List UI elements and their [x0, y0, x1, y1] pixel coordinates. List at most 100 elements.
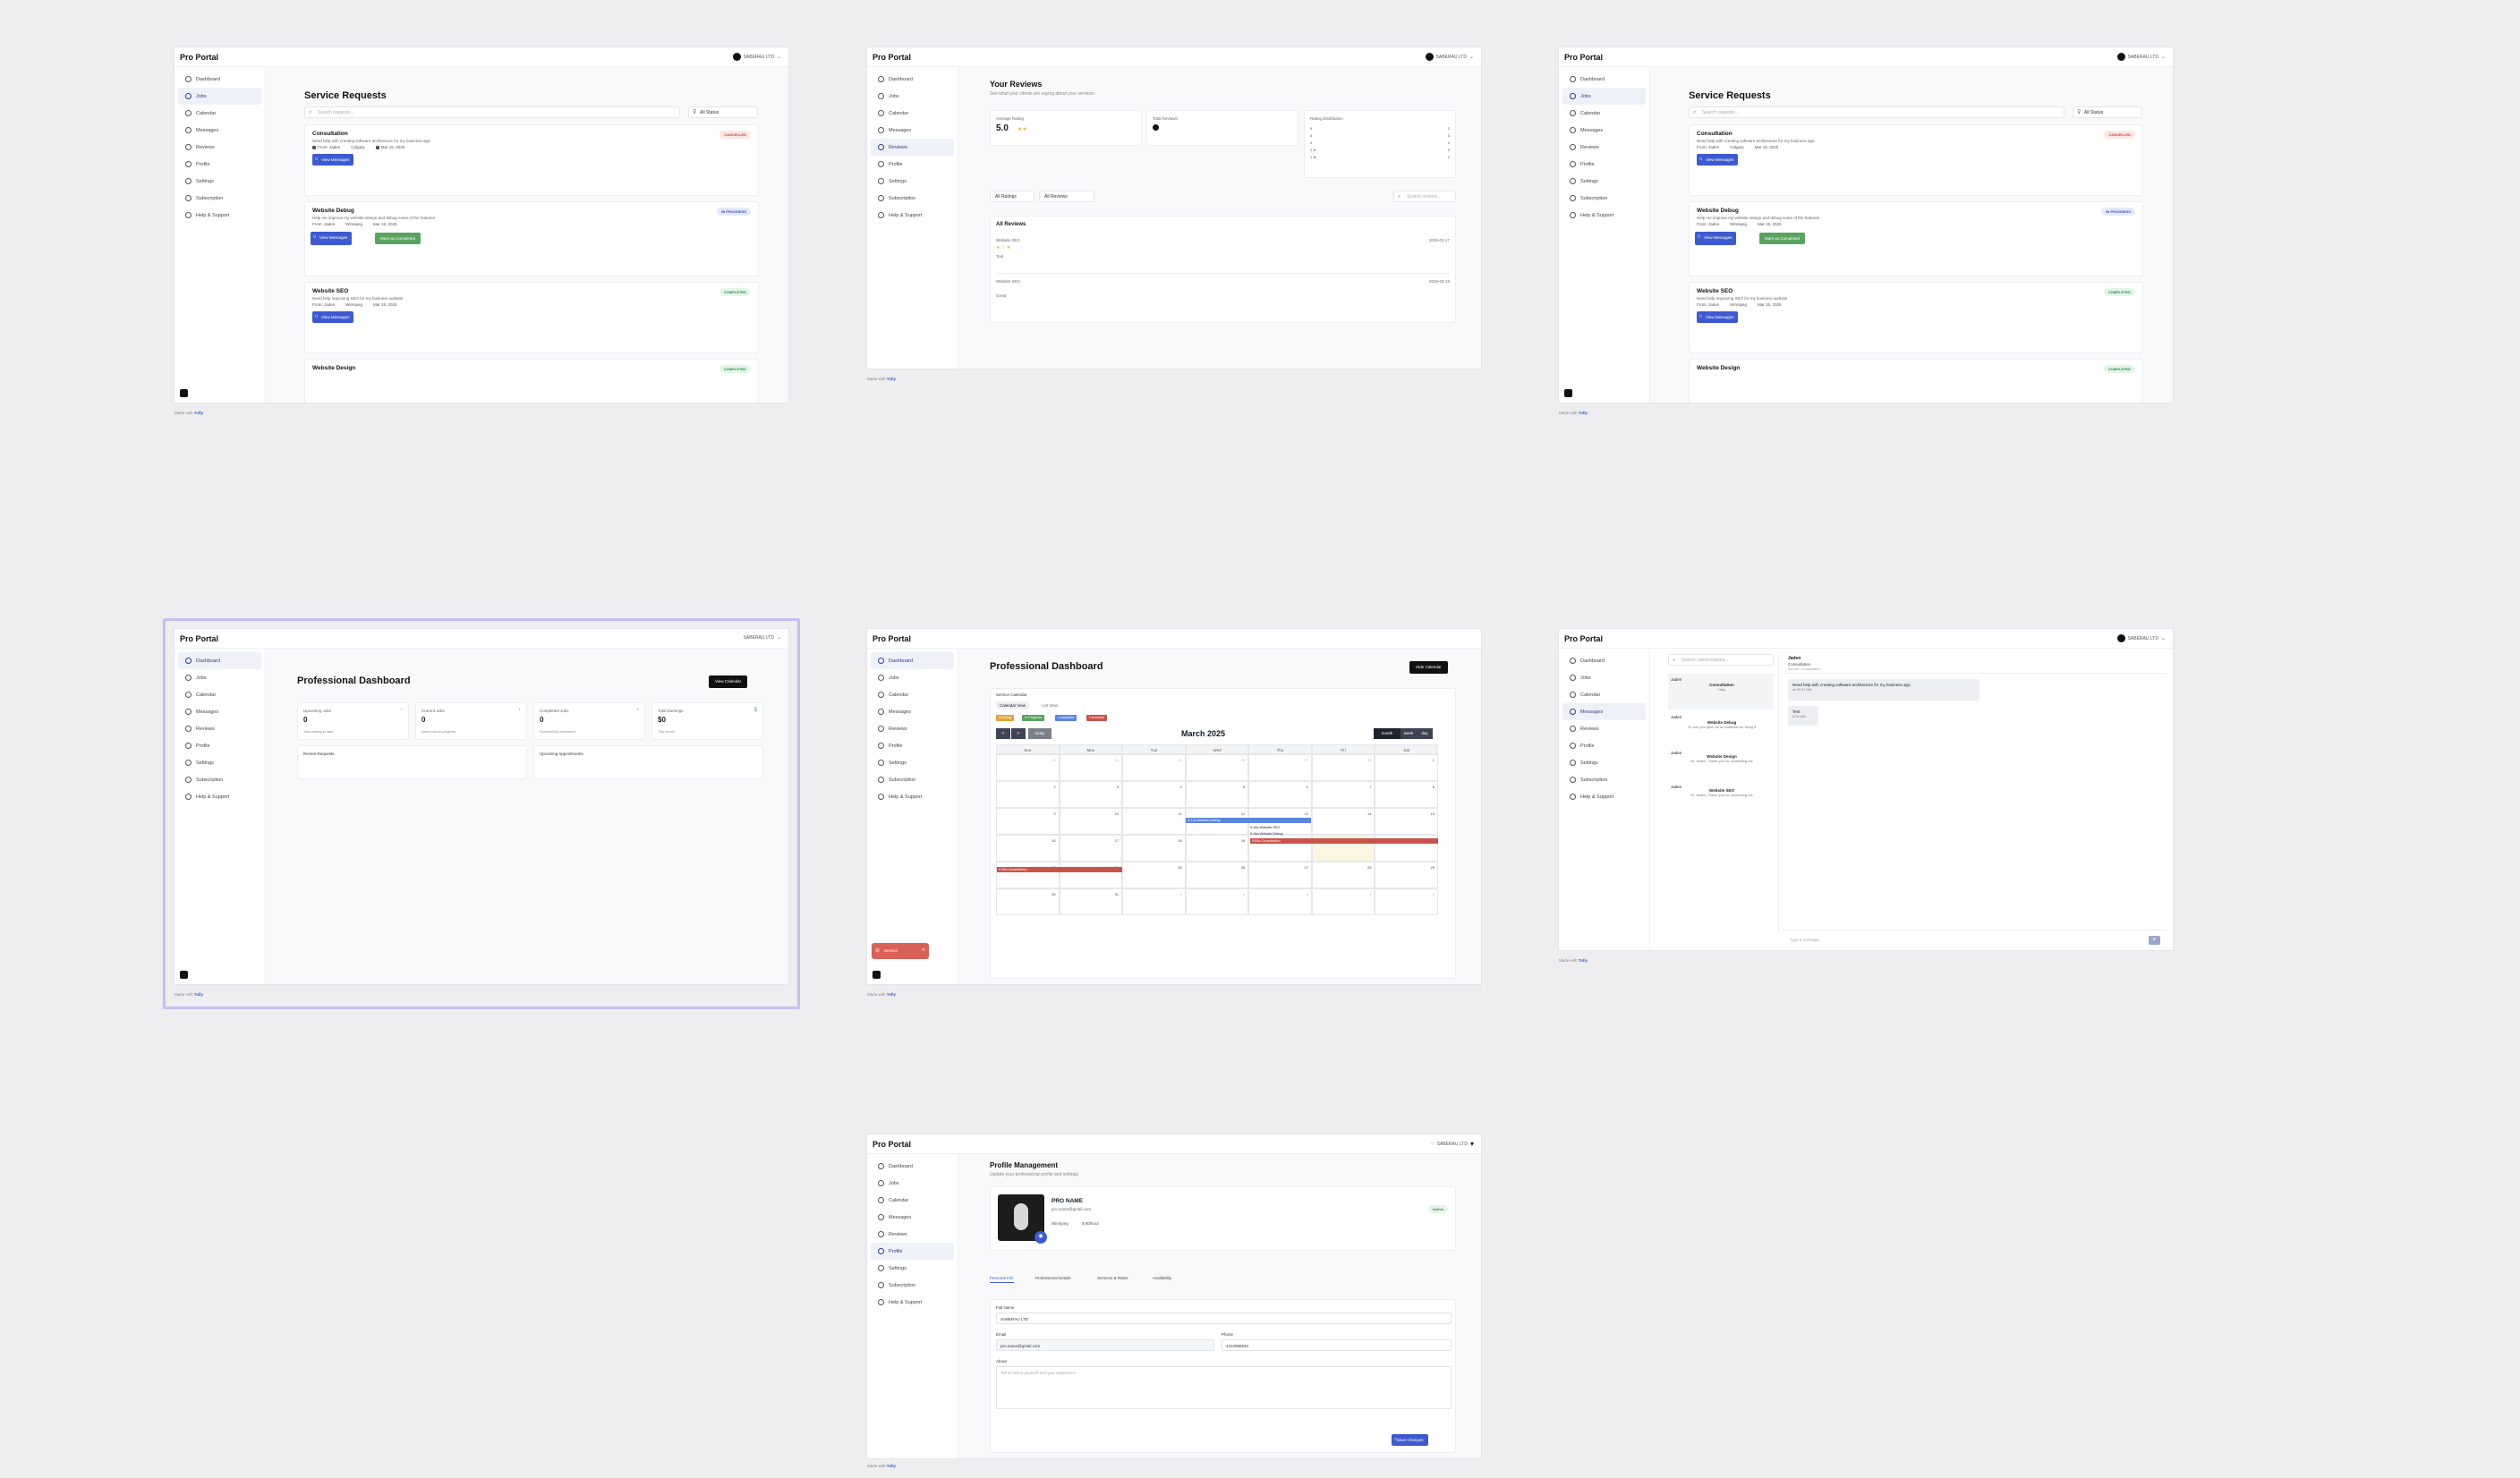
search-conversations-input[interactable]: ⌕ Search conversations...: [1668, 654, 1774, 666]
user-menu[interactable]: SABERAU LTD ⌄: [2116, 634, 2166, 642]
calendar-day-cell[interactable]: 26: [1185, 862, 1249, 888]
view-messages-button[interactable]: View Messages: [1695, 232, 1737, 245]
conversation-item[interactable]: Jaden Website SEO Hi, Jaden. Thank you fo…: [1668, 781, 1774, 811]
sidebar-item-messages[interactable]: Messages: [178, 703, 261, 720]
sidebar-item-settings[interactable]: Settings: [871, 1260, 954, 1277]
calendar-event[interactable]: 9:16a Website SEO: [1250, 826, 1280, 829]
sidebar-item-calendar[interactable]: Calendar: [871, 1192, 954, 1209]
status-filter[interactable]: ⊽ All Status: [2073, 106, 2142, 118]
today-button[interactable]: today: [1028, 728, 1051, 739]
sidebar-item-help[interactable]: Help & Support: [871, 207, 954, 224]
calendar-day-cell[interactable]: 27: [1248, 754, 1312, 781]
calendar-day-cell[interactable]: 7: [1311, 781, 1375, 808]
sidebar-item-settings[interactable]: Settings: [1562, 754, 1646, 771]
sidebar-item-reviews[interactable]: Reviews: [1562, 720, 1646, 737]
sidebar-item-calendar[interactable]: Calendar: [1562, 686, 1646, 703]
sidebar-item-subscription[interactable]: Subscription: [178, 190, 261, 207]
calendar-day-cell[interactable]: 25: [1122, 754, 1186, 781]
calendar-day-cell[interactable]: 25: [1122, 862, 1186, 888]
sidebar-item-profile[interactable]: Profile: [1562, 737, 1646, 754]
calendar-day-cell[interactable]: 17: [1059, 835, 1123, 862]
mark-completed-button[interactable]: Mark as Completed: [1759, 233, 1806, 244]
sidebar-item-jobs[interactable]: Jobs: [178, 669, 261, 686]
calendar-day-cell[interactable]: 15: [1375, 808, 1438, 835]
calendar-day-cell[interactable]: 3: [1248, 888, 1312, 915]
sidebar-item-messages[interactable]: Messages: [871, 1209, 954, 1226]
sidebar-item-reviews[interactable]: Reviews: [1562, 139, 1646, 156]
user-menu[interactable]: SABERAU LTD ⌄: [1425, 53, 1474, 61]
save-changes-button[interactable]: Save Changes: [1392, 1434, 1428, 1446]
sidebar-item-dashboard[interactable]: Dashboard: [178, 652, 261, 669]
view-calendar-button[interactable]: View Calendar: [709, 675, 748, 688]
calendar-day-cell[interactable]: 11: [1122, 808, 1186, 835]
calendar-day-cell[interactable]: 5: [1375, 888, 1438, 915]
reviews-filter[interactable]: All Reviews: [1039, 191, 1094, 202]
view-messages-button[interactable]: View Messages: [311, 232, 353, 245]
calendar-day-cell[interactable]: 19: [1185, 835, 1249, 862]
made-with-label[interactable]: Made with Tolly: [1559, 411, 1588, 415]
sidebar-item-calendar[interactable]: Calendar: [871, 105, 954, 122]
sidebar-item-dashboard[interactable]: Dashboard: [871, 71, 954, 88]
calendar-event[interactable]: 9:15a Consultation: [997, 867, 1122, 872]
calendar-day-cell[interactable]: 10: [1059, 808, 1123, 835]
made-with-label[interactable]: Made with Tolly: [867, 377, 896, 381]
sidebar-item-dashboard[interactable]: Dashboard: [871, 652, 954, 669]
calendar-day-cell[interactable]: 30: [996, 888, 1060, 915]
calendar-day-cell[interactable]: 9: [996, 808, 1060, 835]
sidebar-item-jobs[interactable]: Jobs: [1562, 669, 1646, 686]
sidebar-item-settings[interactable]: Settings: [178, 754, 261, 771]
tab-services-rates[interactable]: Services & Rates: [1097, 1276, 1128, 1280]
week-view-button[interactable]: week: [1400, 728, 1417, 739]
made-with-label[interactable]: Made with Tolly: [867, 1464, 896, 1468]
camera-icon[interactable]: ◉: [1034, 1231, 1047, 1244]
sidebar-item-reviews[interactable]: Reviews: [871, 139, 954, 156]
sidebar-item-subscription[interactable]: Subscription: [871, 771, 954, 788]
sidebar-item-settings[interactable]: Settings: [178, 173, 261, 190]
calendar-day-cell[interactable]: 1: [1375, 754, 1438, 781]
sidebar-item-jobs[interactable]: Jobs: [178, 88, 261, 105]
sidebar-item-settings[interactable]: Settings: [871, 754, 954, 771]
conversation-item[interactable]: Jaden Consultation Hey!: [1668, 674, 1774, 709]
sidebar-item-reviews[interactable]: Reviews: [178, 139, 261, 156]
day-view-button[interactable]: day: [1417, 728, 1433, 739]
sidebar-item-reviews[interactable]: Reviews: [178, 720, 261, 737]
conversation-item[interactable]: Jaden Website Design Hi, Jaden. Thank you…: [1668, 747, 1774, 777]
sidebar-item-help[interactable]: Help & Support: [871, 788, 954, 805]
user-menu[interactable]: ○ SABERAU LTD ▾: [1431, 1140, 1474, 1148]
email-field[interactable]: pro.name@gmail.com: [996, 1339, 1214, 1351]
close-icon[interactable]: ✕: [922, 947, 925, 953]
sidebar-item-settings[interactable]: Settings: [1562, 173, 1646, 190]
view-messages-button[interactable]: View Messages: [1697, 154, 1739, 166]
sidebar-item-help[interactable]: Help & Support: [178, 788, 261, 805]
calendar-view-tab[interactable]: Calendar View: [996, 701, 1030, 709]
sidebar-item-subscription[interactable]: Subscription: [871, 190, 954, 207]
sidebar-item-calendar[interactable]: Calendar: [178, 105, 261, 122]
sidebar-item-calendar[interactable]: Calendar: [178, 686, 261, 703]
sidebar-item-messages[interactable]: Messages: [178, 122, 261, 139]
calendar-day-cell[interactable]: 27: [1248, 862, 1312, 888]
sidebar-item-help[interactable]: Help & Support: [1562, 788, 1646, 805]
calendar-day-cell[interactable]: 3: [1059, 781, 1123, 808]
calendar-day-cell[interactable]: 23: [996, 754, 1060, 781]
message-input[interactable]: Type a message...: [1790, 938, 1823, 942]
mark-completed-button[interactable]: Mark as Completed: [375, 233, 421, 244]
sidebar-item-profile[interactable]: Profile: [1562, 156, 1646, 173]
sidebar-item-subscription[interactable]: Subscription: [871, 1277, 954, 1294]
month-view-button[interactable]: month: [1374, 728, 1400, 739]
sidebar-item-jobs[interactable]: Jobs: [1562, 88, 1646, 105]
calendar-event[interactable]: 9:17a Website Debug: [1186, 818, 1311, 823]
made-with-label[interactable]: Made with Tolly: [867, 992, 896, 997]
sidebar-item-profile[interactable]: Profile: [178, 737, 261, 754]
sidebar-item-dashboard[interactable]: Dashboard: [1562, 71, 1646, 88]
sidebar-item-calendar[interactable]: Calendar: [871, 686, 954, 703]
made-with-label[interactable]: Made with Tolly: [175, 411, 203, 415]
sidebar-item-dashboard[interactable]: Dashboard: [871, 1158, 954, 1175]
calendar-day-cell[interactable]: 1: [1122, 888, 1186, 915]
user-menu[interactable]: SABERAU LTD ⌄: [744, 634, 781, 641]
bell-icon[interactable]: ○: [1431, 1142, 1435, 1147]
tab-personal-info[interactable]: Personal Info: [990, 1276, 1014, 1283]
calendar-day-cell[interactable]: 31: [1059, 888, 1123, 915]
sidebar-item-help[interactable]: Help & Support: [871, 1294, 954, 1311]
view-messages-button[interactable]: View Messages: [1697, 311, 1739, 323]
status-filter[interactable]: ⊽ All Status: [688, 106, 758, 118]
